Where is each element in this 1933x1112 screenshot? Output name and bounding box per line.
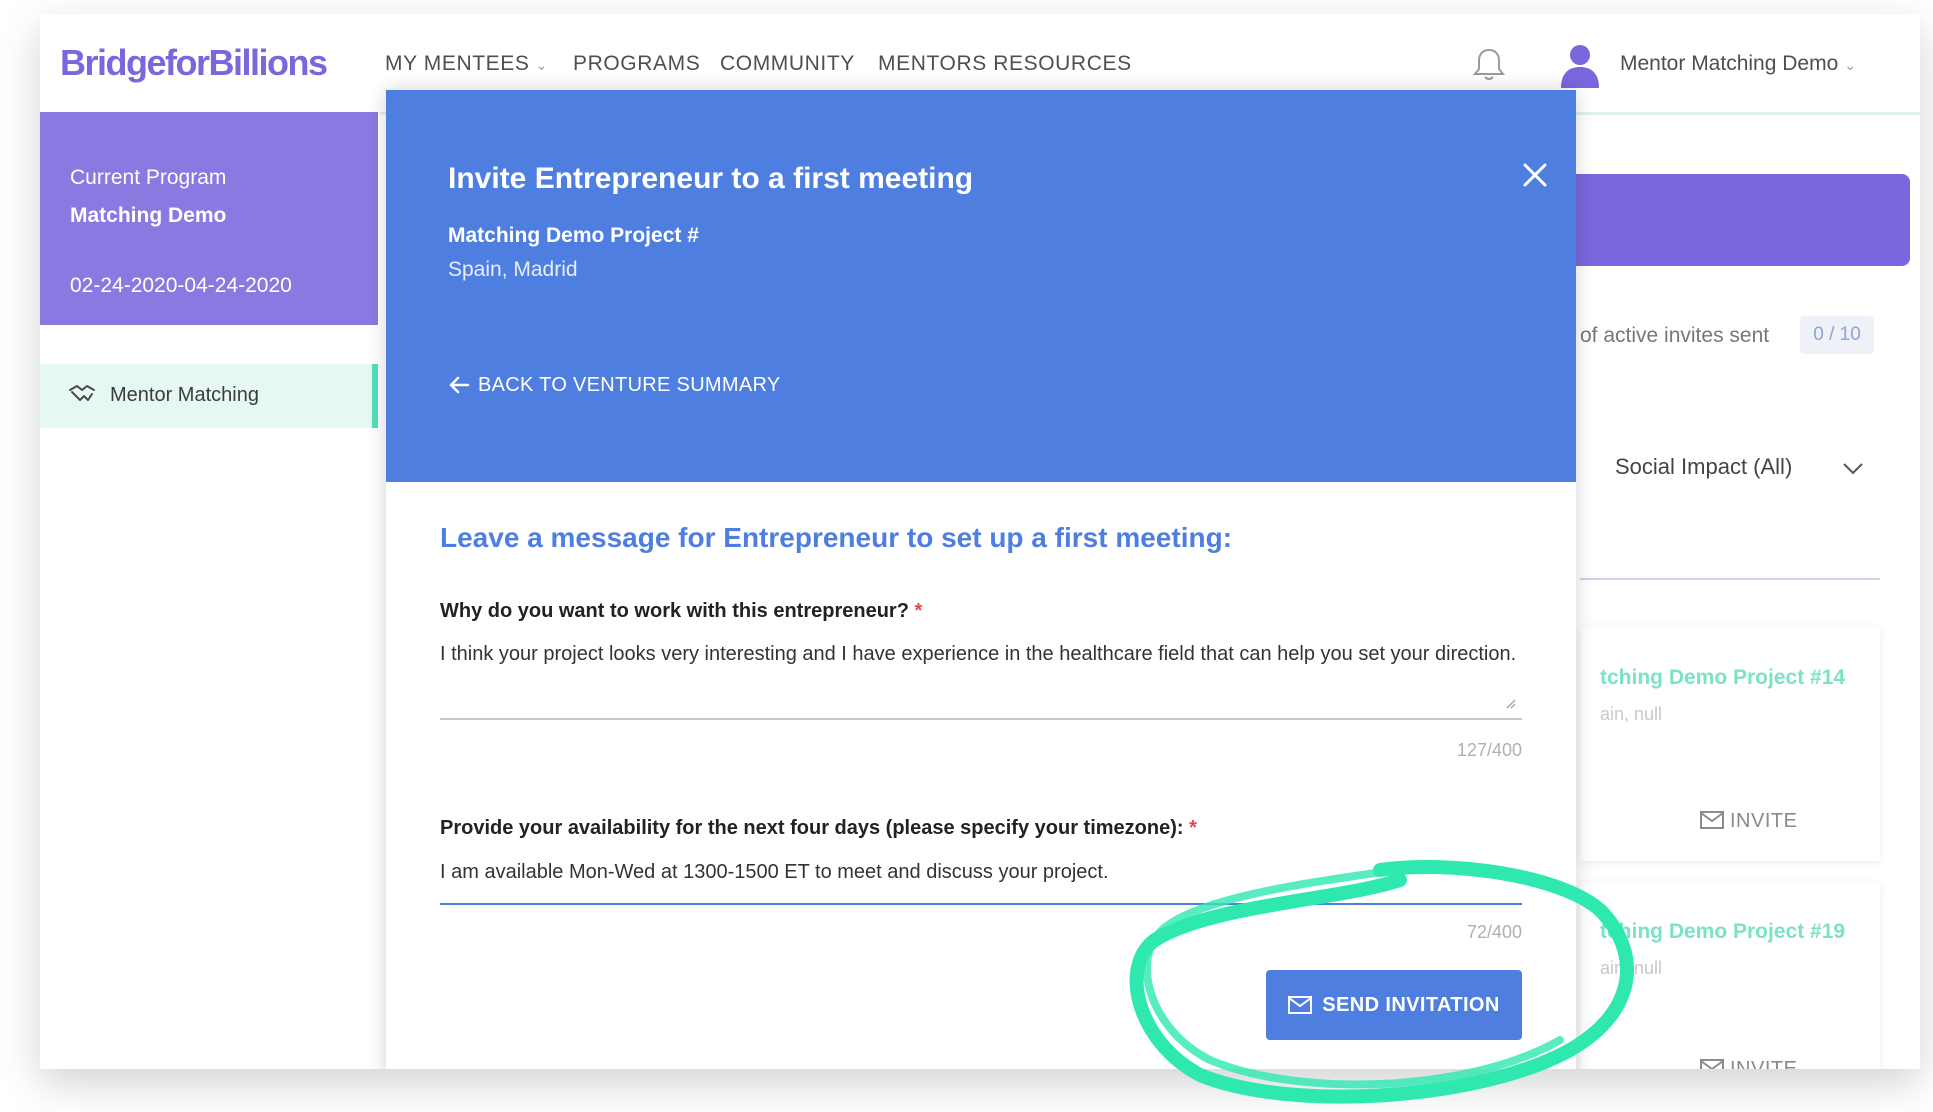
mail-icon xyxy=(1700,1059,1724,1069)
venture-card: tching Demo Project #19 ain, null INVITE xyxy=(1580,882,1880,1069)
question-why-text: Why do you want to work with this entrep… xyxy=(440,600,909,622)
invite-label: INVITE xyxy=(1730,1058,1798,1069)
project-name: Matching Demo Project # xyxy=(448,224,699,247)
sidebar-item-label: Mentor Matching xyxy=(110,384,259,406)
filter-underline xyxy=(1580,578,1880,580)
why-textarea-underline xyxy=(440,718,1522,720)
user-menu[interactable]: Mentor Matching Demo ⌄ xyxy=(1620,52,1856,76)
question-why-label: Why do you want to work with this entrep… xyxy=(440,600,922,623)
invite-button[interactable]: INVITE xyxy=(1700,1058,1797,1069)
availability-textarea[interactable]: I am available Mon-Wed at 1300-1500 ET t… xyxy=(440,852,1522,892)
send-invitation-label: SEND INVITATION xyxy=(1322,993,1500,1016)
required-mark: * xyxy=(914,600,923,622)
nav-mentors-resources[interactable]: MENTORS RESOURCES xyxy=(878,52,1132,76)
modal-title: Invite Entrepreneur to a first meeting xyxy=(448,162,974,195)
availability-char-counter: 72/400 xyxy=(1466,922,1522,942)
project-location: Spain, Madrid xyxy=(448,258,578,281)
why-textarea[interactable]: I think your project looks very interest… xyxy=(440,634,1522,674)
message-section-title: Leave a message for Entrepreneur to set … xyxy=(440,522,1233,553)
venture-card-location: ain, null xyxy=(1600,958,1663,978)
question-availability-label: Provide your availability for the next f… xyxy=(440,817,1197,840)
program-name: Matching Demo xyxy=(70,204,227,227)
resize-handle-icon[interactable] xyxy=(1504,696,1516,714)
chevron-down-icon[interactable] xyxy=(1842,462,1864,481)
venture-card-title[interactable]: tching Demo Project #14 xyxy=(1600,666,1845,690)
invite-button[interactable]: INVITE xyxy=(1700,810,1797,833)
sidebar: Current Program Matching Demo 02-24-2020… xyxy=(40,112,380,1069)
sector-filter-value[interactable]: Social Impact (All) xyxy=(1615,454,1792,480)
mail-icon xyxy=(1700,811,1724,829)
nav-programs[interactable]: PROGRAMS xyxy=(573,52,700,76)
nav-my-mentees-label: MY MENTEES xyxy=(385,52,530,75)
mail-icon xyxy=(1288,996,1313,1014)
program-banner xyxy=(1530,174,1910,266)
chevron-down-icon: ⌄ xyxy=(535,57,548,73)
user-avatar-icon[interactable] xyxy=(1558,42,1602,93)
user-name: Mentor Matching Demo xyxy=(1620,52,1839,75)
nav-community[interactable]: COMMUNITY xyxy=(720,52,855,76)
bell-icon[interactable] xyxy=(1472,46,1506,87)
venture-card-title[interactable]: tching Demo Project #19 xyxy=(1600,920,1845,944)
current-program-card: Current Program Matching Demo 02-24-2020… xyxy=(40,112,378,325)
modal-header: Invite Entrepreneur to a first meeting M… xyxy=(386,90,1576,482)
arrow-left-icon xyxy=(449,376,470,394)
why-char-counter: 127/400 xyxy=(1456,740,1522,760)
invite-modal: Invite Entrepreneur to a first meeting M… xyxy=(386,90,1576,1069)
program-dates: 02-24-2020-04-24-2020 xyxy=(70,274,292,297)
availability-textarea-underline xyxy=(440,903,1522,905)
current-program-label: Current Program xyxy=(70,166,227,189)
venture-card-location: ain, null xyxy=(1600,704,1663,724)
sidebar-item-mentor-matching[interactable]: Mentor Matching xyxy=(40,364,378,428)
invites-sent-text: of active invites sent xyxy=(1580,324,1770,347)
app-window: BridgeforBillions MY MENTEES ⌄ PROGRAMS C… xyxy=(40,14,1920,1069)
close-icon[interactable] xyxy=(1522,162,1548,193)
required-mark: * xyxy=(1189,817,1197,839)
invite-label: INVITE xyxy=(1730,810,1798,832)
chevron-down-icon: ⌄ xyxy=(1844,57,1856,73)
invites-count-badge: 0 / 10 xyxy=(1800,316,1874,354)
venture-card: tching Demo Project #14 ain, null INVITE xyxy=(1580,626,1880,861)
handshake-icon xyxy=(68,382,96,411)
back-link-label: BACK TO VENTURE SUMMARY xyxy=(478,374,781,396)
brand-logo[interactable]: BridgeforBillions xyxy=(60,42,328,84)
question-availability-text: Provide your availability for the next f… xyxy=(440,817,1184,839)
send-invitation-button[interactable]: SEND INVITATION xyxy=(1266,970,1522,1040)
nav-my-mentees[interactable]: MY MENTEES ⌄ xyxy=(385,52,548,76)
back-to-venture-summary-link[interactable]: BACK TO VENTURE SUMMARY xyxy=(448,374,781,397)
